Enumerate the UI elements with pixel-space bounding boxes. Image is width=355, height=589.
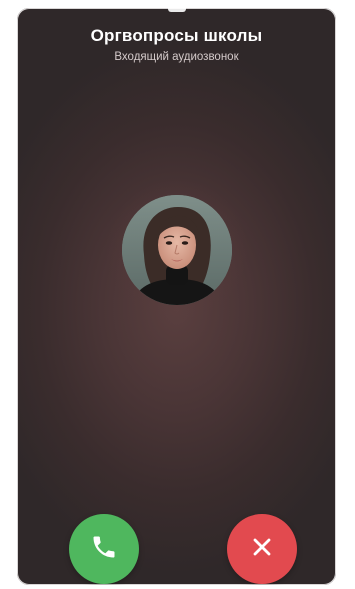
avatar [121, 195, 232, 305]
accept-call-button[interactable] [69, 514, 139, 584]
incoming-call-screen: Оргвопросы школы Входящий аудиозвонок [17, 8, 336, 585]
caller-title: Оргвопросы школы [90, 26, 263, 45]
close-icon [250, 535, 274, 564]
decline-call-button[interactable] [227, 514, 297, 584]
phone-icon [90, 533, 118, 566]
call-status: Входящий аудиозвонок [114, 51, 239, 63]
avatar-glow [106, 180, 247, 320]
notch [167, 8, 186, 12]
